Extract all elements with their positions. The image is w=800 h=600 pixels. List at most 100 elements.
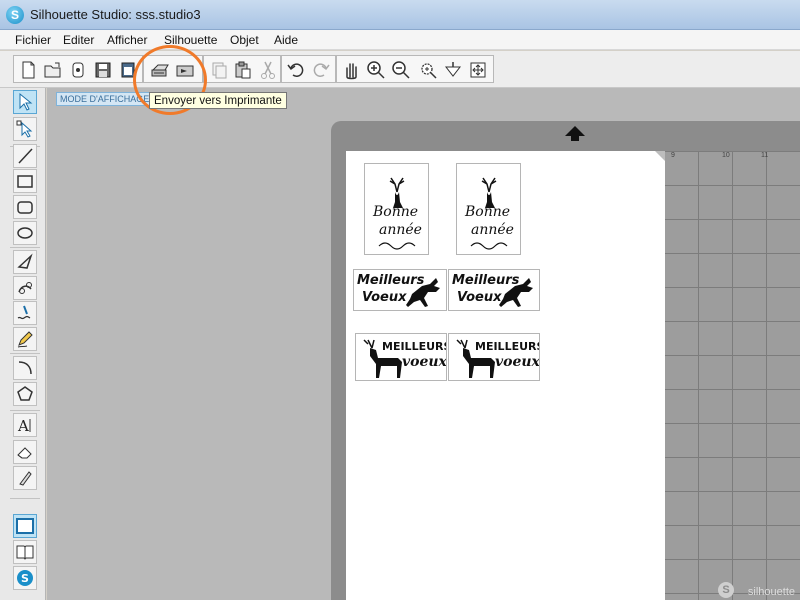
title-bar: S Silhouette Studio: sss.studio3 (0, 0, 800, 30)
card-text-line1: Meilleurs (357, 273, 425, 288)
line-tool[interactable] (13, 144, 37, 168)
app-logo-icon: S (6, 6, 24, 24)
copy-button[interactable] (207, 59, 229, 81)
ellipse-icon (17, 227, 33, 239)
brand-logo-icon: S (718, 582, 734, 598)
tool-separator (10, 498, 40, 499)
tool-panel: A S (0, 88, 46, 600)
eraser-tool[interactable] (13, 440, 37, 464)
menu-afficher[interactable]: Afficher (107, 33, 147, 47)
undo-button[interactable] (285, 59, 307, 81)
feed-direction-stem (571, 135, 579, 141)
menu-silhouette[interactable]: Silhouette (164, 33, 217, 47)
design-card[interactable]: MEILLEURS voeux (355, 333, 447, 381)
pentagon-icon (17, 386, 33, 401)
library-view-button[interactable] (13, 540, 37, 564)
store-view-button[interactable]: S (13, 566, 37, 590)
printer-icon (151, 64, 169, 77)
menu-bar: Fichier Editer Afficher Silhouette Objet… (0, 30, 800, 50)
curve-tool[interactable] (13, 276, 37, 300)
store-button[interactable] (117, 59, 139, 81)
rectangle-tool[interactable] (13, 169, 37, 193)
menu-objet[interactable]: Objet (230, 33, 259, 47)
view-mode-tab[interactable]: MODE D'AFFICHAGE (56, 92, 154, 106)
hand-icon (346, 63, 357, 80)
window-title: Silhouette Studio: sss.studio3 (30, 7, 201, 22)
zoom-in-icon (367, 61, 385, 79)
paste-icon (235, 61, 251, 79)
ruler-number: 9 (671, 152, 675, 159)
mat-grid (664, 151, 800, 600)
page-sheet[interactable]: Bonne année Bonne année Meilleurs Voeux (346, 151, 665, 600)
library-button[interactable] (67, 59, 89, 81)
design-view-button[interactable] (13, 514, 37, 538)
design-card[interactable]: MEILLEURS voeux (448, 333, 540, 381)
fit-to-page-button[interactable] (467, 59, 489, 81)
menu-aide[interactable]: Aide (274, 33, 298, 47)
knife-tool[interactable] (13, 466, 37, 490)
redo-button[interactable] (310, 59, 332, 81)
menu-fichier[interactable]: Fichier (15, 33, 51, 47)
select-tool[interactable] (13, 90, 37, 114)
card-text-line2: voeux (402, 354, 447, 370)
print-button[interactable] (149, 59, 171, 81)
book-icon (16, 545, 34, 560)
toolbar (0, 51, 800, 88)
polygon-tool[interactable] (13, 250, 37, 274)
card-text-line2: Voeux (457, 290, 502, 305)
page-corner (655, 151, 665, 161)
toolbar-group-file (13, 55, 143, 83)
ruler-number: 11 (761, 152, 769, 159)
smooth-freehand-tool[interactable] (13, 327, 37, 351)
save-button[interactable] (92, 59, 114, 81)
arc-tool[interactable] (13, 356, 37, 380)
silhouette-logo-icon: S (17, 570, 33, 586)
menu-editer[interactable]: Editer (63, 33, 94, 47)
rectangle-icon (17, 175, 33, 188)
pan-button[interactable] (340, 59, 362, 81)
drag-zoom-button[interactable] (442, 59, 464, 81)
zoom-out-button[interactable] (390, 59, 412, 81)
tool-separator (10, 247, 40, 248)
new-document-button[interactable] (17, 59, 39, 81)
paste-button[interactable] (232, 59, 254, 81)
zoom-in-button[interactable] (365, 59, 387, 81)
canvas-workspace[interactable]: MODE D'AFFICHAGE 9 10 11 Bonne année Bon… (47, 45, 800, 600)
card-text-line2: Voeux (362, 290, 407, 305)
redo-icon (313, 63, 330, 77)
floppy-icon (95, 62, 111, 78)
design-card[interactable]: Bonne année (364, 163, 429, 255)
eraser-icon (17, 447, 32, 459)
pointer-icon (19, 92, 33, 111)
zoom-select-icon (421, 63, 437, 79)
rounded-rectangle-tool[interactable] (13, 195, 37, 219)
ruler-number: 10 (722, 152, 730, 159)
design-card[interactable]: Meilleurs Voeux (448, 269, 540, 311)
zoom-selection-button[interactable] (417, 59, 439, 81)
regular-polygon-tool[interactable] (13, 382, 37, 406)
send-to-printer-tooltip: Envoyer vers Imprimante (149, 92, 287, 109)
curve-icon (18, 282, 32, 294)
drag-zoom-icon (444, 62, 462, 77)
rounded-rect-icon (17, 201, 33, 214)
open-button[interactable] (42, 59, 64, 81)
toolbar-group-history (281, 55, 336, 83)
text-tool[interactable]: A (13, 413, 37, 437)
design-card[interactable]: Meilleurs Voeux (353, 269, 447, 311)
send-to-printer-button[interactable] (174, 59, 196, 81)
design-card[interactable]: Bonne année (456, 163, 521, 255)
card-text-line2: année (379, 222, 422, 238)
svg-text:A: A (17, 417, 29, 435)
freehand-tool[interactable] (13, 301, 37, 325)
cutting-mat: 9 10 11 Bonne année Bonne année Meilleur… (331, 121, 800, 600)
card-text-line1: MEILLEURS (382, 340, 447, 353)
fit-page-icon (470, 62, 486, 78)
cut-button[interactable] (257, 59, 279, 81)
ellipse-tool[interactable] (13, 221, 37, 245)
edit-points-tool[interactable] (13, 117, 37, 141)
svg-text:S: S (21, 572, 29, 585)
toolbar-group-clipboard (203, 55, 281, 83)
freehand-icon (17, 305, 31, 320)
toolbar-group-view (336, 55, 494, 83)
library-icon (72, 62, 84, 78)
